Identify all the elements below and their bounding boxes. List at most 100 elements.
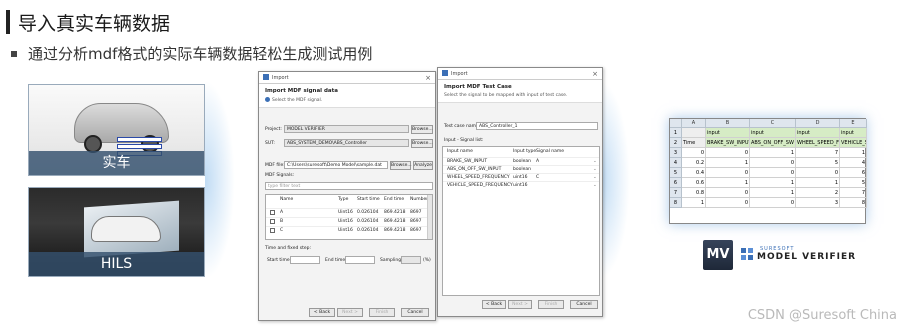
cell[interactable]: 3 [796, 198, 840, 208]
column-header[interactable]: D [796, 119, 840, 128]
cell[interactable]: input [796, 128, 840, 138]
column-header[interactable]: Signal name [536, 149, 564, 154]
filter-input[interactable]: type filter text [265, 182, 433, 190]
column-header[interactable]: Start time [357, 197, 380, 202]
column-header[interactable]: C [750, 119, 796, 128]
next-button[interactable]: Next > [337, 308, 363, 317]
row-number[interactable]: 7 [670, 188, 682, 198]
mdf-browse-button[interactable]: Browse... [390, 161, 412, 170]
row-number[interactable]: 4 [670, 158, 682, 168]
row-number[interactable]: 3 [670, 148, 682, 158]
cell[interactable]: 8 [840, 198, 867, 208]
close-icon[interactable]: × [425, 72, 431, 84]
column-header[interactable]: E [840, 119, 867, 128]
row-checkbox[interactable] [270, 219, 275, 224]
project-browse-button[interactable]: Browse... [411, 125, 433, 134]
chevron-down-icon[interactable]: ⌄ [593, 167, 597, 172]
cell[interactable]: 1 [706, 178, 750, 188]
cell[interactable]: 0 [750, 198, 796, 208]
project-field[interactable]: MODEL VERIFIER [284, 125, 409, 133]
row-number[interactable]: 5 [670, 168, 682, 178]
sut-field[interactable]: ABS_SYSTEM_DEMO\ABS_Controller [284, 139, 409, 147]
cell[interactable]: 1 [750, 178, 796, 188]
cell[interactable]: 1 [682, 198, 706, 208]
column-header[interactable]: Type [338, 197, 348, 202]
table-row[interactable]: BRAKE_SW_INPUT boolean A ⌄ [443, 157, 599, 164]
cell[interactable]: 7 [840, 188, 867, 198]
cell[interactable]: input [706, 128, 750, 138]
cell[interactable]: 4 [840, 158, 867, 168]
back-button[interactable]: < Back [309, 308, 335, 317]
row-number[interactable]: 6 [670, 178, 682, 188]
cell[interactable]: Time [682, 138, 706, 148]
column-header[interactable]: Name [280, 197, 293, 202]
cell[interactable]: 5 [796, 158, 840, 168]
column-header[interactable]: Input type [513, 149, 536, 154]
start-time-input[interactable] [290, 256, 320, 264]
cell[interactable]: 1 [750, 188, 796, 198]
sampling-select[interactable] [401, 256, 421, 264]
cell[interactable]: 1 [796, 178, 840, 188]
finish-button[interactable]: Finish [538, 300, 564, 309]
cell[interactable]: 0.4 [682, 168, 706, 178]
row-number[interactable]: 2 [670, 138, 682, 148]
cell[interactable]: 2 [796, 188, 840, 198]
cell[interactable]: C [536, 175, 539, 180]
table-scrollbar[interactable] [427, 195, 432, 239]
table-row[interactable]: C Uint16 0.026104 869.4218 8697 [266, 226, 432, 233]
cell[interactable]: VEHICLE_SPEED_F [840, 138, 867, 148]
chevron-down-icon[interactable]: ⌄ [593, 183, 597, 188]
row-checkbox[interactable] [270, 210, 275, 215]
column-header[interactable]: Number [410, 197, 428, 202]
cell[interactable]: 0 [796, 168, 840, 178]
cell[interactable]: 0 [682, 148, 706, 158]
cell[interactable]: 0 [706, 188, 750, 198]
sut-browse-button[interactable]: Browse... [411, 139, 433, 148]
cell[interactable]: 0 [706, 148, 750, 158]
analyze-button[interactable]: Analyze [413, 161, 433, 170]
cell[interactable]: 0 [750, 158, 796, 168]
table-row[interactable]: WHEEL_SPEED_FREQUENCY uint16 C ⌄ [443, 173, 599, 180]
cell[interactable]: 0.2 [682, 158, 706, 168]
cell[interactable]: 1 [706, 158, 750, 168]
cell[interactable]: 5 [840, 178, 867, 188]
cell[interactable]: 6 [840, 168, 867, 178]
cell[interactable] [682, 128, 706, 138]
cell[interactable]: 0 [706, 198, 750, 208]
cell[interactable]: input [750, 128, 796, 138]
row-checkbox[interactable] [270, 228, 275, 233]
row-number[interactable]: 8 [670, 198, 682, 208]
cell[interactable]: 1 [840, 148, 867, 158]
finish-button[interactable]: Finish [369, 308, 395, 317]
table-row[interactable]: ABS_ON_OFF_SW_INPUT boolean ⌄ [443, 165, 599, 172]
cell[interactable]: A [536, 159, 539, 164]
cell[interactable]: 0 [750, 168, 796, 178]
cancel-button[interactable]: Cancel [570, 300, 598, 309]
cell[interactable]: 1 [750, 148, 796, 158]
cell[interactable]: 0.6 [682, 178, 706, 188]
cell[interactable]: WHEEL_SPEED_F [796, 138, 840, 148]
column-header[interactable]: Input name [447, 149, 473, 154]
table-row[interactable]: VEHICLE_SPEED_FREQUENCY uint16 ⌄ [443, 181, 599, 188]
close-icon[interactable]: × [592, 68, 598, 80]
mdf-file-field[interactable]: C:\Users\suresoft\Demo Model\sample.dat [284, 161, 388, 169]
test-case-name-input[interactable]: ABS_Controller_1 [476, 122, 598, 130]
table-row[interactable]: B Uint16 0.026104 869.4218 8697 [266, 217, 432, 224]
column-header[interactable]: A [682, 119, 706, 128]
cell[interactable]: BRAKE_SW_INPUT [706, 138, 750, 148]
next-button[interactable]: Next > [508, 300, 532, 309]
column-header[interactable]: End time [384, 197, 404, 202]
cell[interactable]: 7 [796, 148, 840, 158]
cell[interactable]: input [840, 128, 867, 138]
cell[interactable]: 0.8 [682, 188, 706, 198]
chevron-down-icon[interactable]: ⌄ [593, 159, 597, 164]
back-button[interactable]: < Back [482, 300, 506, 309]
cancel-button[interactable]: Cancel [401, 308, 429, 317]
cell[interactable]: ABS_ON_OFF_SW [750, 138, 796, 148]
end-time-input[interactable] [345, 256, 375, 264]
column-header[interactable]: B [706, 119, 750, 128]
row-number[interactable]: 1 [670, 128, 682, 138]
chevron-down-icon[interactable]: ⌄ [593, 175, 597, 180]
table-row[interactable]: A Uint16 0.026104 869.4218 8697 [266, 208, 432, 215]
cell[interactable]: 0 [706, 168, 750, 178]
